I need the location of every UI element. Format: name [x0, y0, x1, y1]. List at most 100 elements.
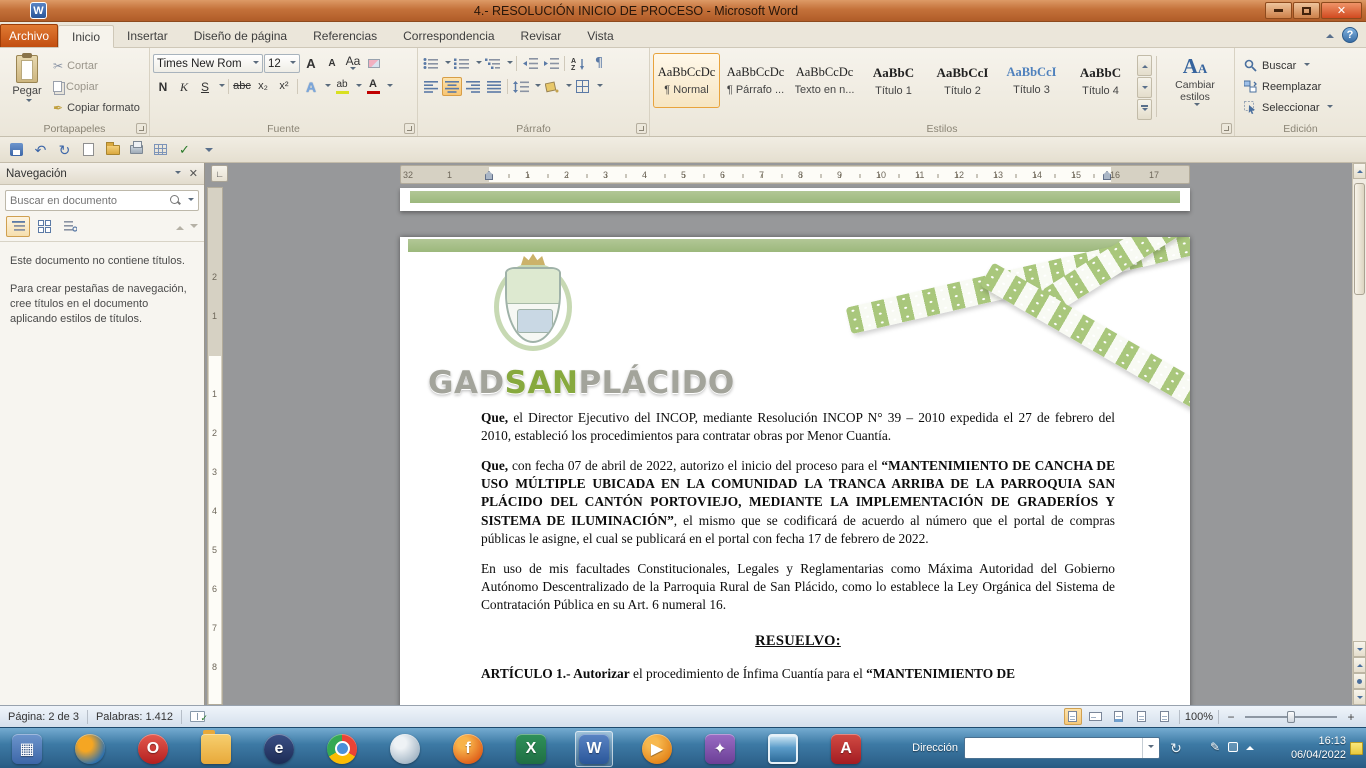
line-spacing-icon[interactable]: [511, 77, 531, 96]
gallery-scroll-up[interactable]: [1137, 55, 1152, 76]
next-heading-icon[interactable]: [190, 224, 198, 232]
tab-vista[interactable]: Vista: [574, 24, 626, 47]
chrome-browser-icon[interactable]: [323, 731, 361, 767]
table-icon[interactable]: [150, 140, 171, 160]
strikethrough-button[interactable]: abc: [232, 77, 252, 96]
document-search-box[interactable]: [5, 190, 199, 211]
replace-button[interactable]: Reemplazar: [1244, 78, 1361, 95]
web-layout-view-button[interactable]: [1110, 708, 1128, 725]
style-titulo3[interactable]: AaBbCcITítulo 3: [998, 53, 1065, 108]
multilevel-list-icon[interactable]: [483, 54, 503, 73]
bold-button[interactable]: N: [153, 77, 173, 96]
clear-formatting-button[interactable]: [364, 54, 384, 73]
copy-button[interactable]: Copiar: [51, 78, 142, 95]
print-icon[interactable]: [126, 140, 147, 160]
scroll-up-button[interactable]: [1353, 163, 1366, 179]
remote-desktop-icon[interactable]: [764, 731, 802, 767]
font-size-combobox[interactable]: 12: [264, 54, 300, 73]
align-center-icon[interactable]: [442, 77, 462, 96]
full-screen-reading-view-button[interactable]: [1087, 708, 1105, 725]
excel-icon[interactable]: X: [512, 731, 550, 767]
highlight-color-button[interactable]: ab: [332, 77, 352, 96]
paste-button[interactable]: Pegar: [3, 51, 51, 120]
spelling-icon[interactable]: ✓: [174, 140, 195, 160]
new-document-icon[interactable]: [78, 140, 99, 160]
tab-correspondencia[interactable]: Correspondencia: [390, 24, 507, 47]
opera-browser-icon[interactable]: O: [134, 731, 172, 767]
style-titulo1[interactable]: AaBbCTítulo 1: [860, 53, 927, 108]
text-effects-button[interactable]: A: [301, 77, 321, 96]
select-browse-object-button[interactable]: [1353, 673, 1366, 689]
word-count[interactable]: Palabras: 1.412: [88, 711, 181, 723]
minimize-button[interactable]: [1265, 2, 1292, 19]
style-normal[interactable]: AaBbCcDc¶ Normal: [653, 53, 720, 108]
format-painter-button[interactable]: ✒Copiar formato: [51, 99, 142, 116]
underline-button[interactable]: S: [195, 77, 215, 96]
shrink-font-button[interactable]: A: [322, 54, 342, 73]
calculator-icon[interactable]: ▦: [8, 731, 46, 767]
decrease-indent-icon[interactable]: [520, 54, 540, 73]
show-paragraph-marks-icon[interactable]: ¶: [589, 54, 609, 73]
outline-view-button[interactable]: [1133, 708, 1151, 725]
previous-page-button[interactable]: [1353, 657, 1366, 673]
browse-headings-tab[interactable]: [6, 216, 30, 237]
address-go-icon[interactable]: ↻: [1166, 738, 1186, 758]
tab-insertar[interactable]: Insertar: [114, 24, 181, 47]
pane-options-icon[interactable]: [175, 171, 181, 177]
clipboard-dialog-launcher[interactable]: [136, 123, 147, 134]
pencil-tray-icon[interactable]: ✎: [1210, 740, 1220, 754]
draft-view-button[interactable]: [1156, 708, 1174, 725]
numbering-icon[interactable]: [452, 54, 472, 73]
acrobat-reader-icon[interactable]: A: [827, 731, 865, 767]
grow-font-button[interactable]: A: [301, 54, 321, 73]
font-color-button[interactable]: A: [363, 77, 383, 96]
scrollbar-thumb[interactable]: [1354, 183, 1365, 295]
save-icon[interactable]: [6, 140, 27, 160]
zoom-level[interactable]: 100%: [1185, 711, 1213, 723]
borders-icon[interactable]: [573, 77, 593, 96]
search-icon[interactable]: [169, 194, 182, 207]
tab-inicio[interactable]: Inicio: [58, 25, 114, 48]
tab-revisar[interactable]: Revisar: [508, 24, 575, 47]
styles-dialog-launcher[interactable]: [1221, 123, 1232, 134]
next-page-button[interactable]: [1353, 689, 1366, 705]
word-icon[interactable]: W: [575, 731, 613, 767]
address-text-field[interactable]: [965, 742, 1142, 754]
sticky-note-icon[interactable]: [1350, 742, 1363, 755]
zoom-slider[interactable]: [1245, 716, 1337, 718]
show-hidden-icons-icon[interactable]: [1246, 742, 1254, 750]
eclipse-icon[interactable]: e: [260, 731, 298, 767]
align-left-icon[interactable]: [421, 77, 441, 96]
browse-pages-tab[interactable]: [32, 216, 56, 237]
globe-browser-icon[interactable]: [71, 731, 109, 767]
document-page[interactable]: GADSANPLÁCIDO Que, el Director Ejecutivo…: [400, 237, 1190, 705]
undo-icon[interactable]: ↶: [30, 140, 51, 160]
superscript-button[interactable]: x²: [274, 77, 294, 96]
print-layout-view-button[interactable]: [1064, 708, 1082, 725]
redo-icon[interactable]: ↻: [54, 140, 75, 160]
media-player-icon[interactable]: ▶: [638, 731, 676, 767]
change-styles-button[interactable]: AA Cambiar estilos: [1163, 53, 1227, 120]
search-options-icon[interactable]: [188, 198, 194, 204]
open-icon[interactable]: [102, 140, 123, 160]
tab-referencias[interactable]: Referencias: [300, 24, 390, 47]
close-pane-icon[interactable]: ✕: [189, 167, 198, 180]
style-titulo4[interactable]: AaBbCTítulo 4: [1067, 53, 1134, 108]
network-tray-icon[interactable]: [1228, 742, 1238, 752]
customize-icon[interactable]: [198, 140, 219, 160]
style-titulo2[interactable]: AaBbCcITítulo 2: [929, 53, 996, 108]
address-input[interactable]: [964, 737, 1160, 759]
gallery-more-button[interactable]: [1137, 99, 1152, 120]
page-indicator[interactable]: Página: 2 de 3: [0, 711, 87, 723]
folder-icon[interactable]: [197, 731, 235, 767]
select-button[interactable]: Seleccionar: [1244, 99, 1361, 116]
font-dialog-launcher[interactable]: [404, 123, 415, 134]
align-right-icon[interactable]: [463, 77, 483, 96]
browse-results-tab[interactable]: [58, 216, 82, 237]
firefox-browser-icon[interactable]: f: [449, 731, 487, 767]
zoom-slider-thumb[interactable]: [1287, 711, 1295, 723]
scroll-down-button[interactable]: [1353, 641, 1366, 657]
previous-heading-icon[interactable]: [176, 222, 184, 230]
shading-icon[interactable]: [542, 77, 562, 96]
style-texto[interactable]: AaBbCcDcTexto en n...: [791, 53, 858, 108]
